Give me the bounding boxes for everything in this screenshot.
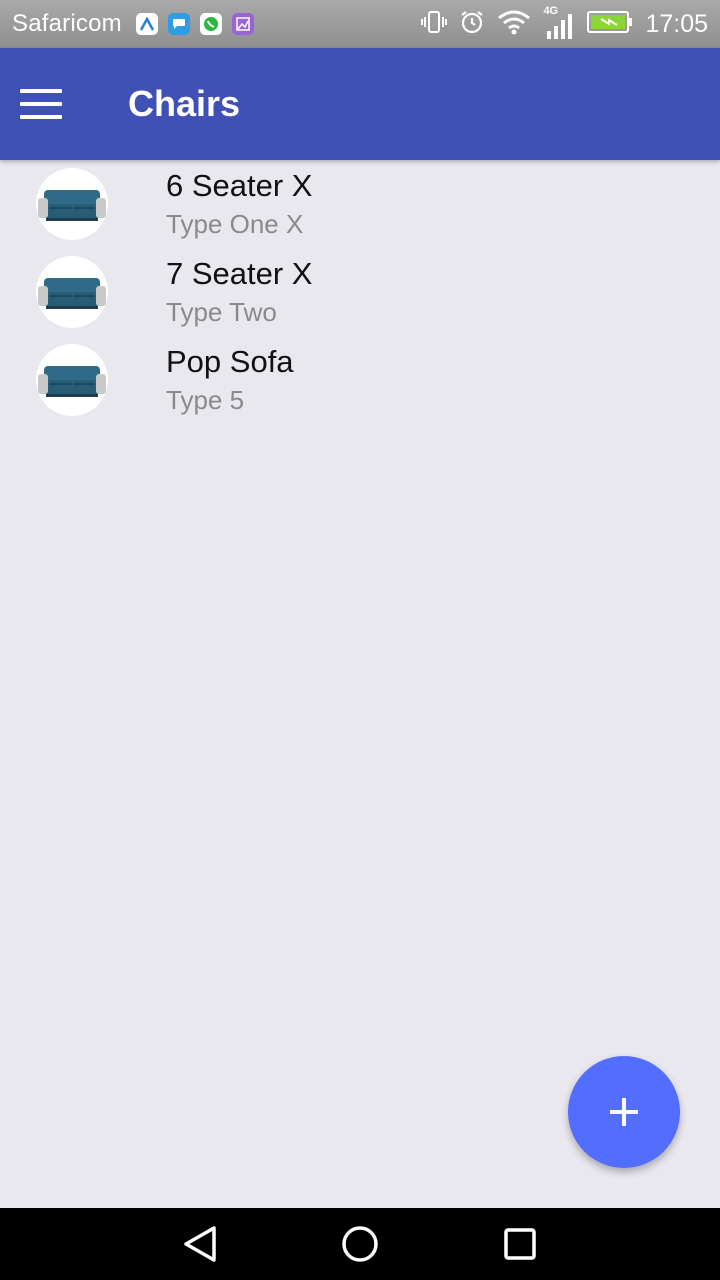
sofa-thumbnail xyxy=(36,168,108,240)
item-subtitle: Type 5 xyxy=(166,385,245,415)
recents-icon[interactable] xyxy=(500,1224,540,1264)
item-title: 7 Seater X xyxy=(166,256,313,291)
navigation-bar xyxy=(0,1208,720,1280)
vibrate-icon xyxy=(421,9,448,40)
battery-icon xyxy=(587,10,633,39)
back-icon[interactable] xyxy=(180,1224,220,1264)
wifi-icon xyxy=(497,9,531,40)
clock: 17:05 xyxy=(645,9,708,38)
item-title: 6 Seater X xyxy=(166,168,313,203)
status-bar: Safaricom 4G 17:05 xyxy=(0,0,720,48)
page-title: Chairs xyxy=(128,83,241,124)
carrier-name: Safaricom xyxy=(12,10,122,37)
chair-list: 6 Seater X Type One X 7 Seater X Type Tw… xyxy=(0,160,720,424)
arrow-icon xyxy=(135,13,158,35)
item-subtitle: Type Two xyxy=(166,297,277,327)
home-icon[interactable] xyxy=(340,1224,380,1264)
hamburger-icon[interactable] xyxy=(20,89,62,119)
status-indicators: 4G 17:05 xyxy=(421,5,708,40)
sofa-thumbnail xyxy=(36,256,108,328)
network-type-label: 4G xyxy=(543,5,559,17)
signal-icon: 4G xyxy=(543,5,575,39)
item-title: Pop Sofa xyxy=(166,344,294,379)
plus-icon xyxy=(610,1098,638,1126)
alarm-icon xyxy=(459,9,485,40)
list-item[interactable]: 7 Seater X Type Two xyxy=(0,248,720,336)
add-chair-button[interactable] xyxy=(568,1056,680,1168)
list-item[interactable]: Pop Sofa Type 5 xyxy=(0,336,720,424)
list-item[interactable]: 6 Seater X Type One X xyxy=(0,160,720,248)
gallery-icon xyxy=(231,13,254,35)
sofa-thumbnail xyxy=(36,344,108,416)
whatsapp-icon xyxy=(199,13,222,35)
app-bar: Chairs xyxy=(0,48,720,160)
item-subtitle: Type One X xyxy=(166,209,304,239)
notification-icons xyxy=(135,13,254,35)
chat-icon xyxy=(167,13,190,35)
